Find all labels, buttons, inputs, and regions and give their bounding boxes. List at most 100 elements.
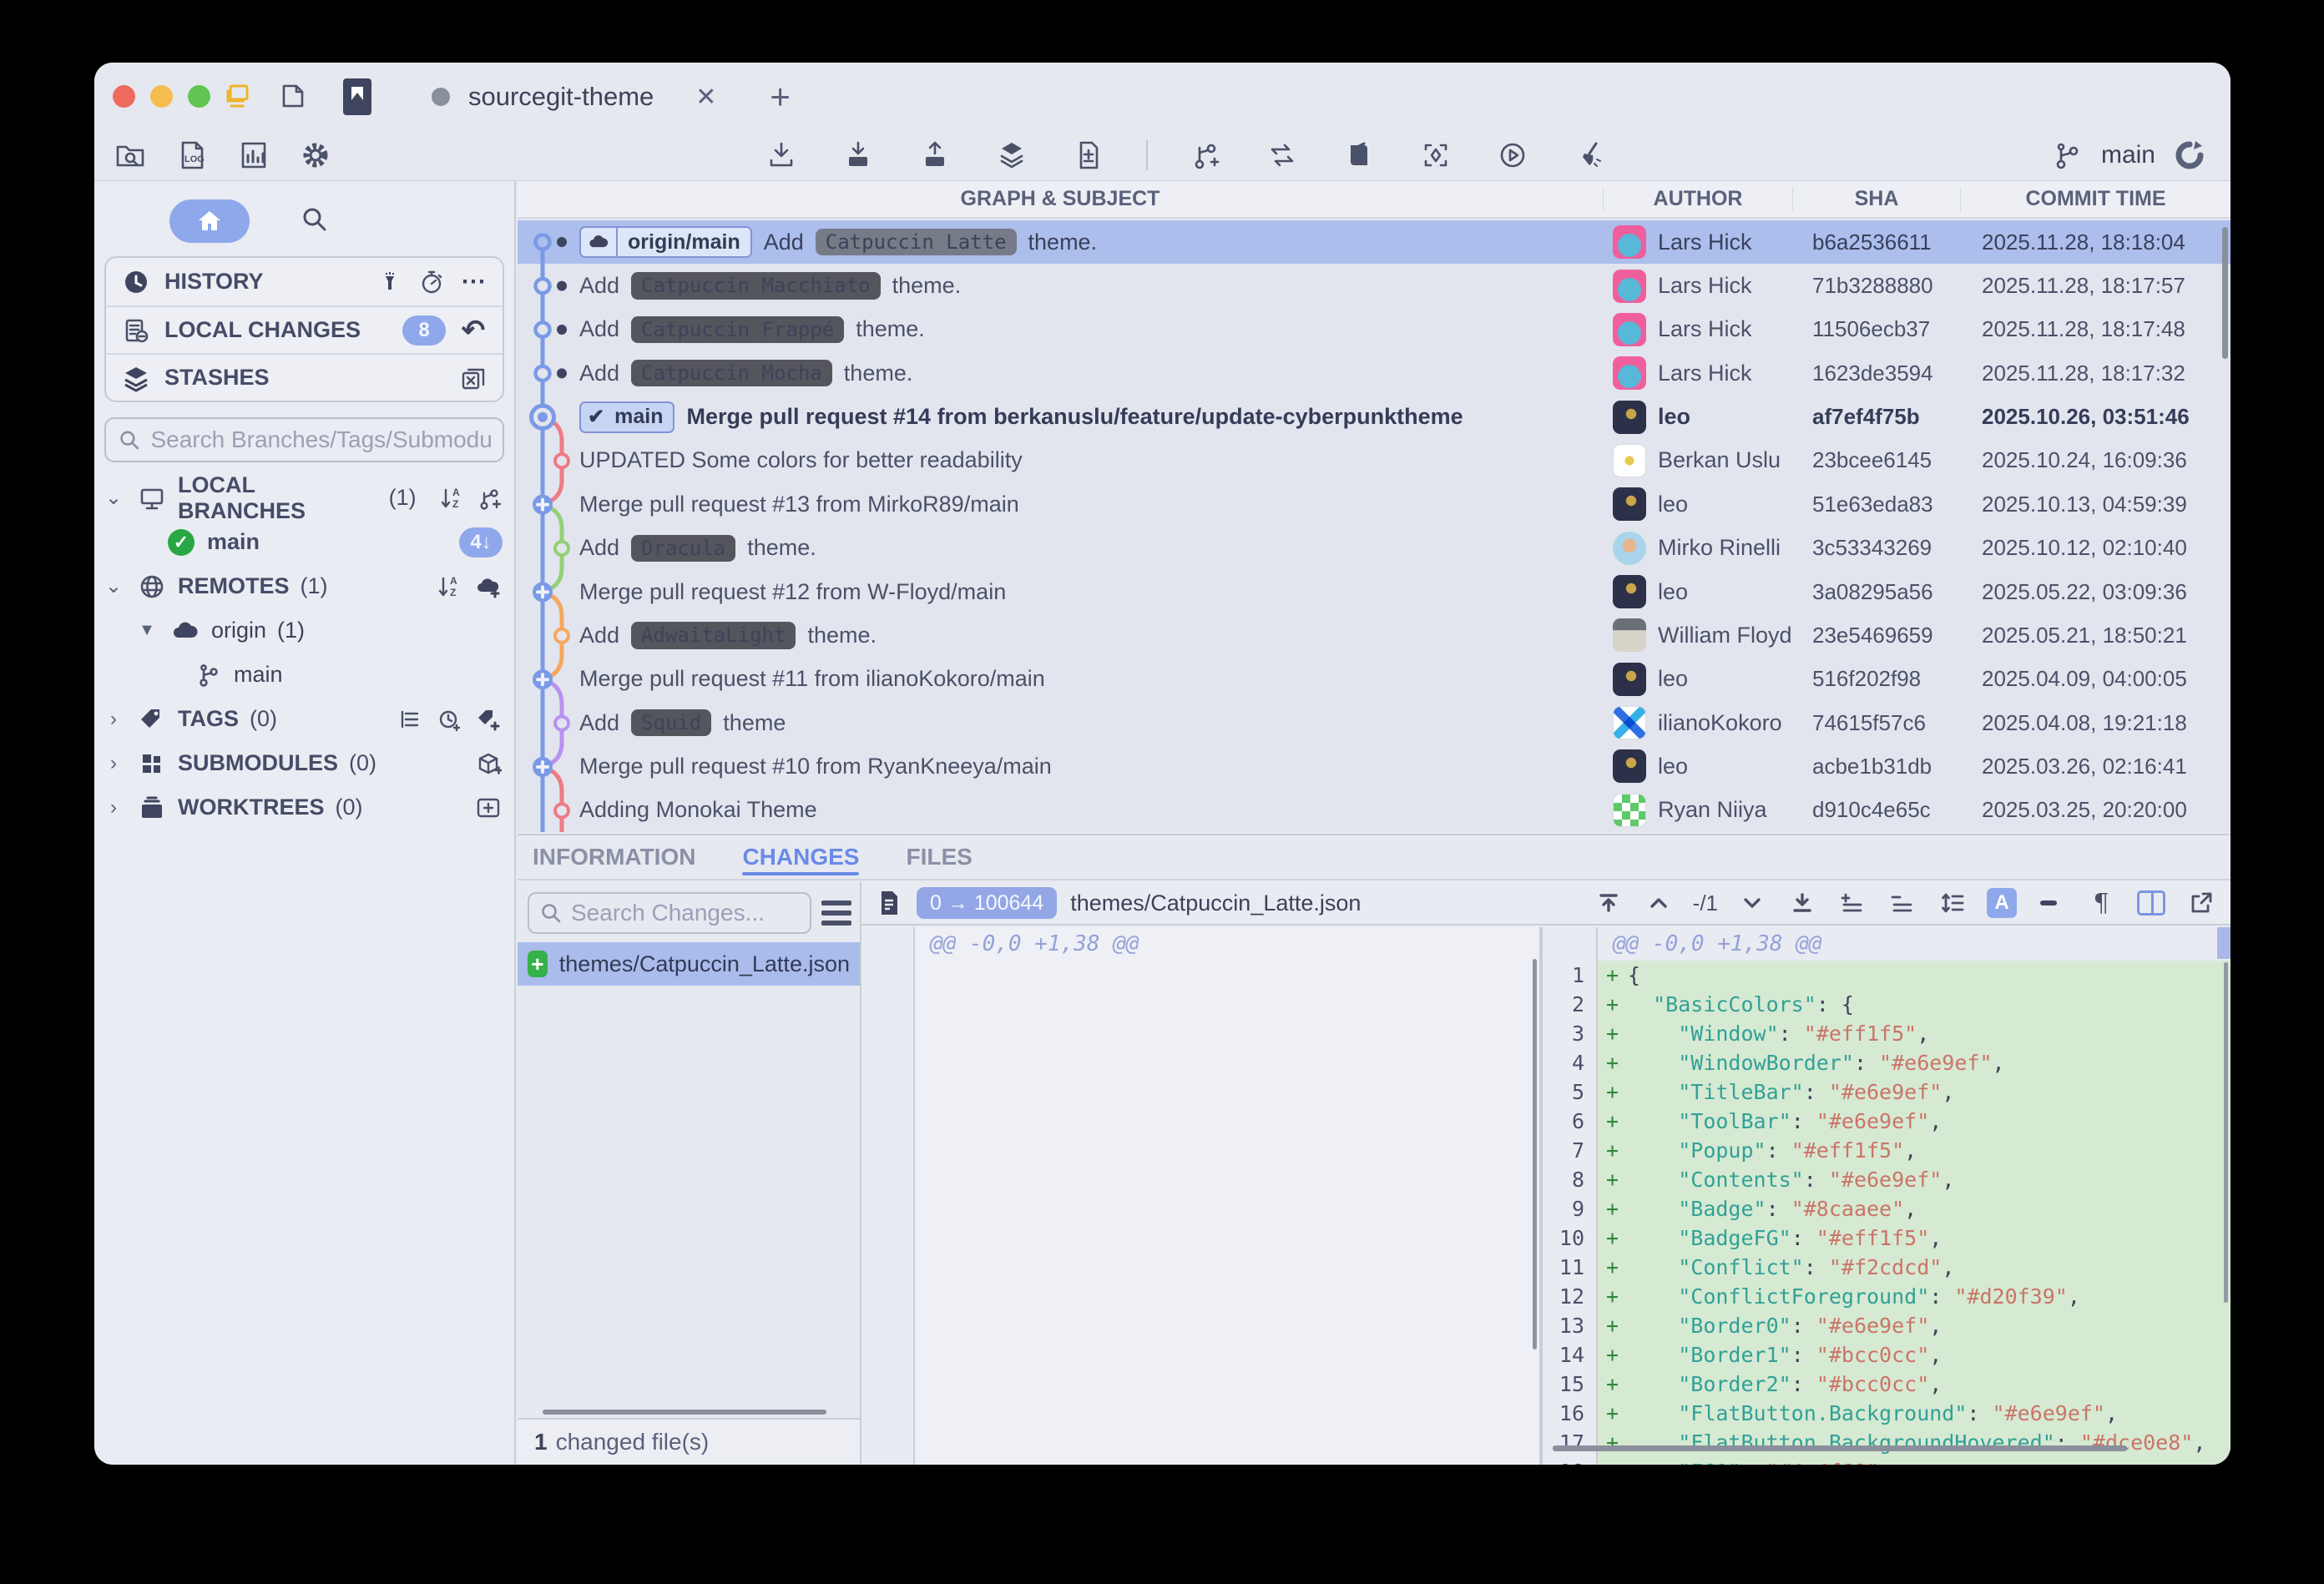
stash-icon[interactable]: [993, 136, 1031, 174]
tree-remote-origin[interactable]: ▼ origin (1): [94, 608, 514, 653]
show-whitespace-icon[interactable]: ¶: [2085, 887, 2117, 919]
tag-list-icon[interactable]: [396, 705, 424, 734]
diff-old-scrollbar[interactable]: [1533, 959, 1537, 1349]
tree-remote-branch-main[interactable]: main: [94, 653, 514, 697]
cleanup-icon[interactable]: [1570, 136, 1609, 174]
add-branch-icon[interactable]: [476, 484, 503, 512]
notebook-icon[interactable]: [1340, 136, 1378, 174]
commit-row[interactable]: Adding Monokai ThemeRyan Niiyad910c4e65c…: [518, 789, 2231, 832]
triangle-down-icon[interactable]: ▼: [134, 621, 159, 640]
close-window-button[interactable]: [113, 85, 135, 108]
line-spacing-icon[interactable]: [1937, 887, 1968, 919]
tree-worktrees[interactable]: › WORKTREES (0): [94, 785, 514, 830]
diff-hscrollbar[interactable]: [1553, 1445, 2127, 1451]
open-external-icon[interactable]: [2185, 887, 2217, 919]
diff-new-scrollbar-thumb[interactable]: [2217, 927, 2231, 959]
list-mode-icon[interactable]: [821, 900, 851, 926]
goto-first-change-icon[interactable]: [1593, 887, 1624, 919]
word-wrap-icon[interactable]: [2035, 887, 2067, 919]
discard-undo-icon[interactable]: ↶: [459, 316, 488, 345]
goto-last-change-icon[interactable]: [1786, 887, 1818, 919]
diff-new-scrollbar[interactable]: [2224, 962, 2228, 1303]
tag-sort-time-icon[interactable]: [435, 705, 463, 734]
dashboard-home-button[interactable]: [169, 199, 250, 243]
settings-gear-icon[interactable]: [296, 136, 335, 174]
side-by-side-toggle[interactable]: [2135, 887, 2167, 919]
statistics-icon[interactable]: [235, 136, 273, 174]
tree-submodules[interactable]: › SUBMODULES (0): [94, 741, 514, 785]
pop-stash-icon[interactable]: [459, 364, 488, 392]
increase-context-icon[interactable]: [1836, 887, 1868, 919]
file-list-hscrollbar[interactable]: [543, 1410, 826, 1415]
pull-icon[interactable]: [839, 136, 877, 174]
commit-row[interactable]: origin/mainAdd Catpuccin Latte theme.Lar…: [518, 220, 2231, 264]
tree-tags[interactable]: › TAGS (0): [94, 697, 514, 741]
zoom-window-button[interactable]: [188, 85, 210, 108]
chevron-down-icon[interactable]: ⌄: [101, 574, 126, 598]
current-branch-label[interactable]: main: [2101, 141, 2155, 169]
commit-row[interactable]: Merge pull request #10 from RyanKneeya/m…: [518, 744, 2231, 788]
windows-layout-icon[interactable]: [220, 78, 256, 114]
remote-branch-badge[interactable]: origin/main: [579, 226, 752, 258]
tab-color-dot[interactable]: [432, 88, 450, 106]
tree-branch-main[interactable]: ✓ main 4↓: [94, 520, 514, 564]
commit-row[interactable]: Merge pull request #11 from ilianoKokoro…: [518, 658, 2231, 701]
filter-flashlight-icon[interactable]: [376, 268, 404, 296]
sidebar-item-history[interactable]: HISTORY ⋯: [106, 258, 503, 305]
decrease-context-icon[interactable]: [1887, 887, 1918, 919]
chevron-down-icon[interactable]: ⌄: [101, 486, 126, 510]
add-worktree-icon[interactable]: [474, 794, 503, 822]
add-remote-icon[interactable]: [474, 573, 503, 601]
sidebar-item-local-changes[interactable]: LOCAL CHANGES 8 ↶: [106, 305, 503, 353]
stopwatch-icon[interactable]: [417, 268, 446, 296]
add-submodule-icon[interactable]: [474, 749, 503, 778]
sort-az-icon[interactable]: AZ: [435, 573, 463, 601]
minimize-window-button[interactable]: [150, 85, 173, 108]
compare-icon[interactable]: [1263, 136, 1301, 174]
tab-close-icon[interactable]: ✕: [695, 83, 716, 112]
create-branch-icon[interactable]: [1186, 136, 1225, 174]
tab-changes[interactable]: CHANGES: [742, 835, 859, 879]
commit-row[interactable]: Add Catpuccin Frappé theme.Lars Hick1150…: [518, 308, 2231, 351]
commit-row[interactable]: Add AdwaitaLight theme.William Floyd23e5…: [518, 613, 2231, 657]
commit-row[interactable]: UPDATED Some colors for better readabili…: [518, 439, 2231, 482]
local-branch-badge[interactable]: ✔main: [579, 401, 674, 433]
add-tag-icon[interactable]: [474, 705, 503, 734]
changed-file-row[interactable]: + themes/Catpuccin_Latte.json: [518, 942, 860, 986]
changes-search-box[interactable]: Search Changes...: [528, 892, 811, 934]
branch-search-box[interactable]: Search Branches/Tags/Submodules: [104, 417, 504, 462]
fetch-icon[interactable]: [762, 136, 801, 174]
open-repository-icon[interactable]: [111, 136, 149, 174]
tree-remotes[interactable]: ⌄ REMOTES (1) AZ: [94, 564, 514, 608]
prev-change-icon[interactable]: [1643, 887, 1675, 919]
apply-patch-icon[interactable]: [1069, 136, 1108, 174]
syntax-highlight-toggle[interactable]: A: [1987, 888, 2017, 918]
sidebar-search-icon[interactable]: [300, 204, 330, 239]
chevron-right-icon[interactable]: ›: [101, 796, 126, 820]
log-file-icon[interactable]: LOG: [173, 136, 211, 174]
commit-row[interactable]: Merge pull request #13 from MirkoR89/mai…: [518, 482, 2231, 526]
chevron-right-icon[interactable]: ›: [101, 752, 126, 775]
push-icon[interactable]: [916, 136, 954, 174]
commit-row[interactable]: Add Catpuccin Mocha theme.Lars Hick1623d…: [518, 351, 2231, 395]
sidebar-item-stashes[interactable]: STASHES: [106, 353, 503, 401]
commit-row[interactable]: ✔mainMerge pull request #14 from berkanu…: [518, 395, 2231, 438]
tree-local-branches[interactable]: ⌄ LOCAL BRANCHES (1) AZ: [94, 476, 514, 520]
commit-row[interactable]: Add Catpuccin Macchiato theme.Lars Hick7…: [518, 264, 2231, 307]
refresh-icon[interactable]: [2170, 136, 2209, 174]
chevron-right-icon[interactable]: ›: [101, 708, 126, 731]
commit-list-scrollbar[interactable]: [2222, 227, 2228, 359]
tab-information[interactable]: INFORMATION: [533, 835, 695, 879]
sort-az-icon[interactable]: AZ: [438, 484, 465, 512]
more-options-icon[interactable]: ⋯: [459, 268, 488, 296]
new-tab-button[interactable]: +: [770, 77, 791, 117]
commit-row[interactable]: Add Squid themeilianoKokoro74615f57c6202…: [518, 701, 2231, 744]
scan-icon[interactable]: [1417, 136, 1455, 174]
new-page-icon[interactable]: [275, 78, 311, 114]
tab-files[interactable]: FILES: [906, 835, 972, 879]
commit-row[interactable]: Merge pull request #12 from W-Floyd/main…: [518, 570, 2231, 613]
repository-tab[interactable]: sourcegit-theme ✕ +: [343, 74, 791, 119]
commit-row[interactable]: Add Dracula theme.Mirko Rinelli3c5334326…: [518, 527, 2231, 570]
next-change-icon[interactable]: [1736, 887, 1768, 919]
run-custom-action-icon[interactable]: [1493, 136, 1532, 174]
